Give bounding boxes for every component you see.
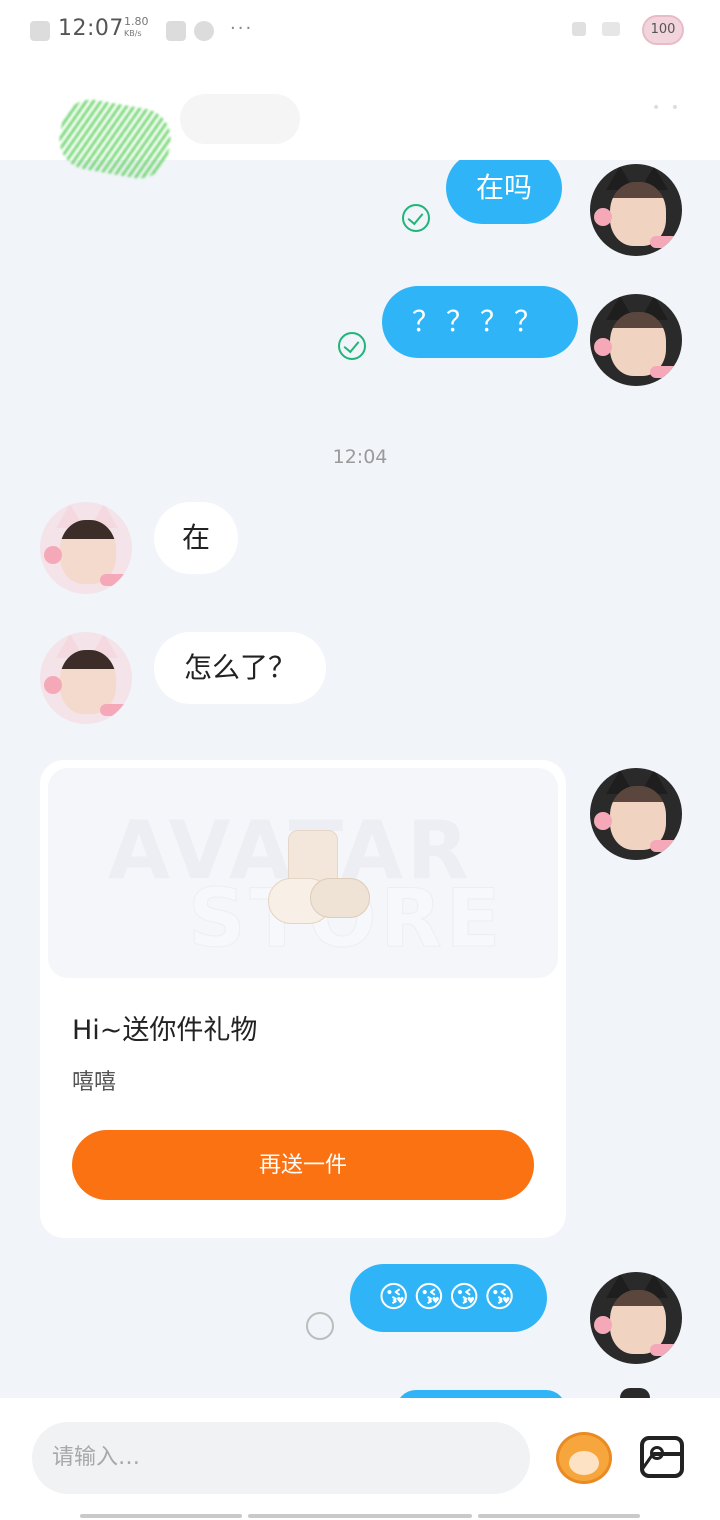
outgoing-message-bubble[interactable]: 在吗 <box>446 152 563 224</box>
time-divider: 12:04 <box>332 446 388 468</box>
network-speed-value: 1.80 <box>124 15 149 28</box>
message-text: 😘😘😘😘 <box>378 1280 520 1315</box>
network-speed-unit: KB/s <box>124 29 142 38</box>
message-text: ？？？？ <box>412 305 549 338</box>
message-input[interactable]: 请输入… <box>32 1422 530 1494</box>
app-notification-icon <box>194 21 214 41</box>
app-notification-icon <box>166 21 186 41</box>
home-indicator <box>248 1514 472 1518</box>
header-menu-icon[interactable]: • • <box>652 100 682 116</box>
message-text: 在吗 <box>476 171 533 204</box>
contact-avatar[interactable] <box>40 502 132 594</box>
my-avatar[interactable] <box>590 1272 682 1364</box>
signal-icon <box>572 22 586 36</box>
message-text: 在 <box>182 521 211 554</box>
my-avatar[interactable] <box>590 768 682 860</box>
composer-bar: 请输入… <box>0 1398 720 1520</box>
blurred-area <box>180 94 300 144</box>
gift-card[interactable]: AVATAR STORE Hi~送你件礼物 嘻嘻 再送一件 <box>40 760 566 1238</box>
notification-x-icon <box>30 21 50 41</box>
check-circle-icon <box>338 332 366 360</box>
contact-avatar[interactable] <box>40 632 132 724</box>
check-circle-icon <box>402 204 430 232</box>
outgoing-message-bubble[interactable]: ？？？？ <box>382 286 579 358</box>
wifi-icon <box>602 22 620 36</box>
incoming-message-bubble[interactable]: 怎么了？ <box>154 632 327 704</box>
redaction-scribble <box>54 94 176 184</box>
pending-circle-icon <box>306 1312 334 1340</box>
chat-header: • • <box>0 64 720 184</box>
home-indicator <box>478 1514 640 1518</box>
send-another-gift-button[interactable]: 再送一件 <box>72 1130 534 1200</box>
gift-slipper-illustration <box>310 878 370 918</box>
outgoing-message-bubble[interactable]: 😘😘😘😘 <box>350 1264 548 1332</box>
my-avatar[interactable] <box>590 164 682 256</box>
my-avatar[interactable] <box>590 294 682 386</box>
status-time: 12:07 <box>58 16 124 41</box>
battery-indicator: 100 <box>642 15 684 45</box>
gift-subtitle: 嘻嘻 <box>72 1070 117 1095</box>
monkey-sticker-icon[interactable] <box>556 1432 612 1484</box>
incoming-message-bubble[interactable]: 在 <box>154 502 239 574</box>
network-speed: 1.80 KB/s <box>124 16 149 40</box>
message-text: 怎么了？ <box>184 651 297 684</box>
home-indicator <box>80 1514 242 1518</box>
image-icon[interactable] <box>640 1436 684 1478</box>
more-notifications-indicator: ··· <box>230 18 254 39</box>
gift-image[interactable]: AVATAR STORE <box>48 768 558 978</box>
gift-title: Hi~送你件礼物 <box>72 1015 258 1046</box>
status-bar: 12:07 1.80 KB/s ··· 100 <box>0 0 720 64</box>
